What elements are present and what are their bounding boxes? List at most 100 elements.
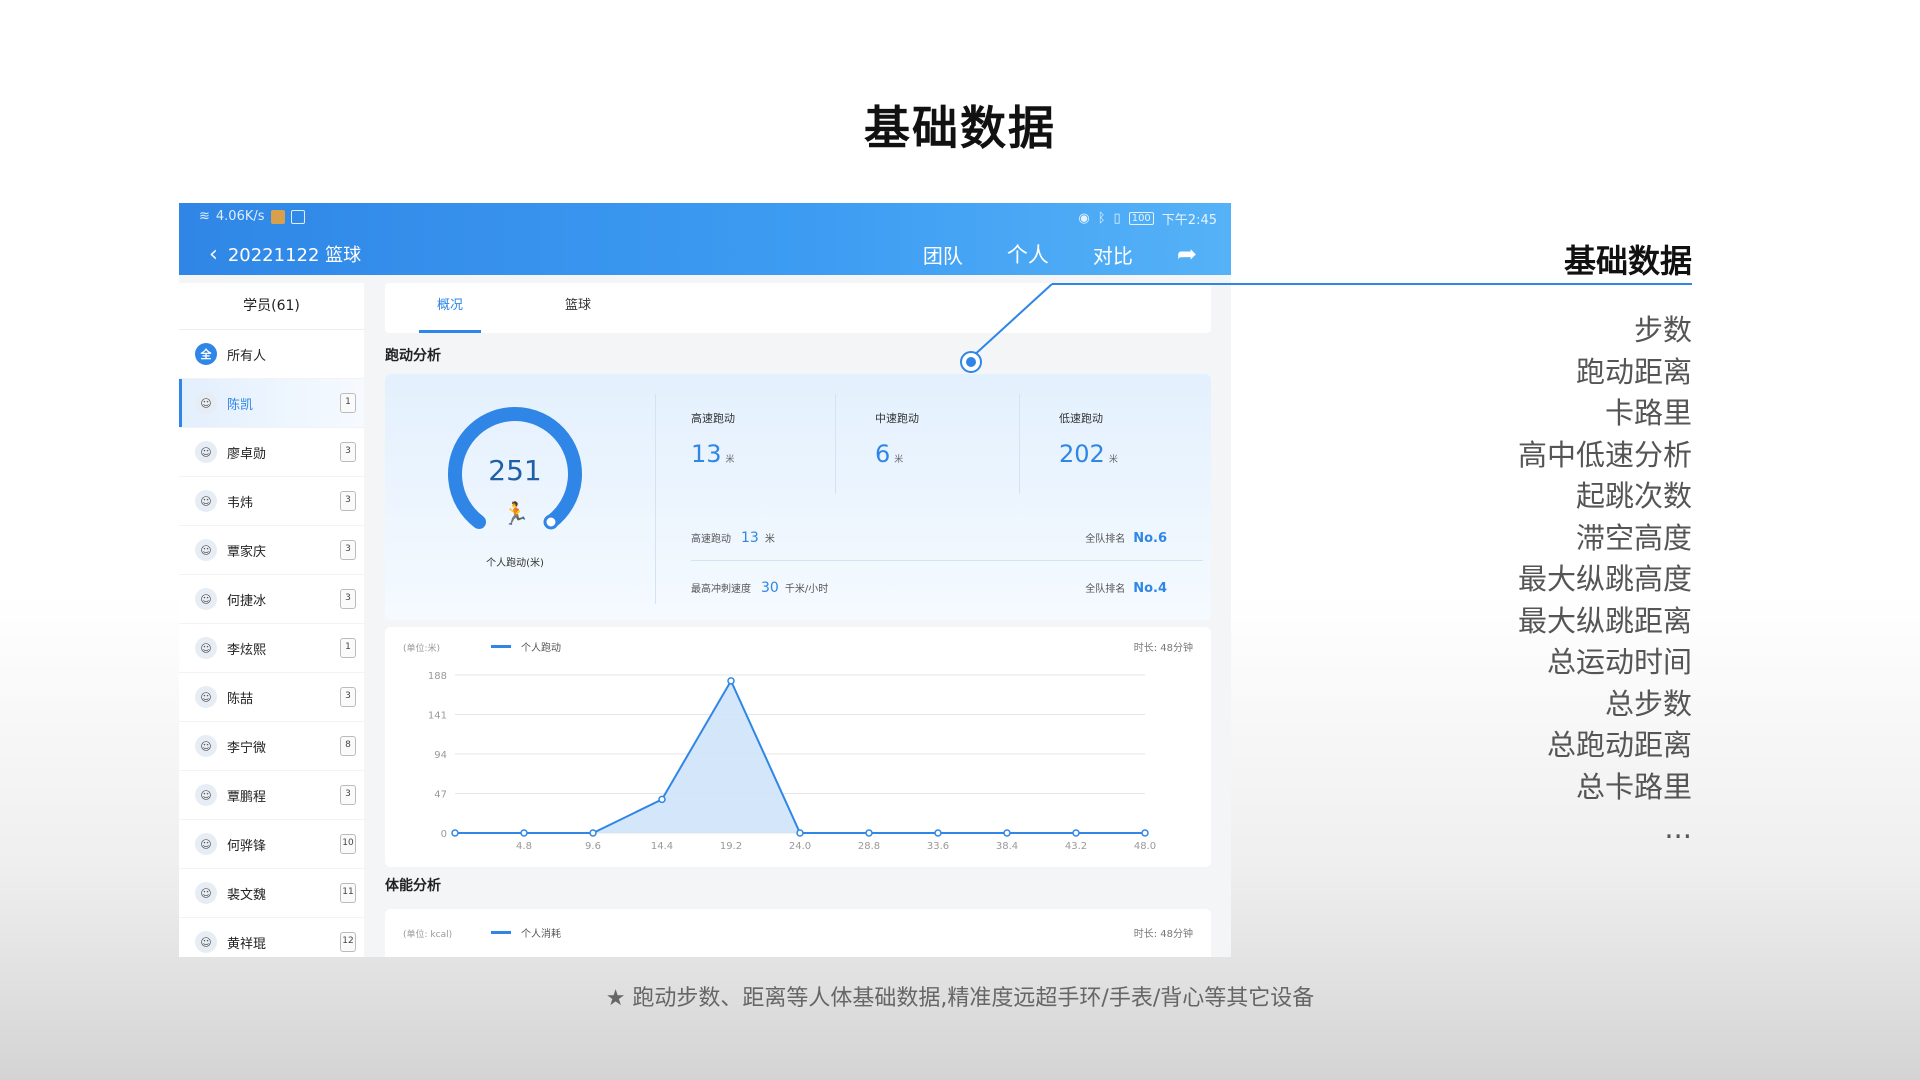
sidebar-item-player[interactable]: ☺ 何捷冰 3	[179, 575, 364, 624]
feature-list: 步数 跑动距离 卡路里 高中低速分析 起跳次数 滞空高度 最大纵跳高度 最大纵跳距离 总运动时间…	[1362, 310, 1692, 850]
feature-list-item: ...	[1664, 811, 1692, 845]
series-line	[455, 678, 1145, 834]
sidebar-item-player[interactable]: ☺ 陈喆 3	[179, 673, 364, 722]
page-title: 基础数据	[864, 101, 1056, 155]
tab-compare[interactable]: 对比	[1093, 240, 1133, 269]
share-icon[interactable]: ➦	[1177, 242, 1197, 266]
stat-value: 13	[691, 440, 722, 468]
jersey-number-badge: 3	[340, 491, 356, 511]
all-users-icon: 全	[195, 343, 217, 365]
row-label: 最高冲刺速度	[691, 584, 751, 595]
player-name: 黄祥琨	[227, 936, 267, 952]
high-speed-rank-row: 高速跑动 13 米 全队排名 No.6	[691, 530, 1203, 546]
data-point	[934, 829, 942, 837]
x-tick-label: 28.8	[858, 841, 880, 852]
stat-value: 202	[1059, 440, 1105, 468]
avatar: ☺	[195, 931, 217, 953]
sidebar-item-all[interactable]: 全 所有人	[179, 330, 364, 379]
sidebar-item-player[interactable]: ☺ 黄祥琨 12	[179, 918, 364, 957]
jersey-number-badge: 3	[340, 442, 356, 462]
stat-value: 6	[875, 440, 891, 468]
feature-list-item: 起跳次数	[1575, 479, 1692, 513]
jersey-number-badge: 3	[340, 687, 356, 707]
feature-list-item: 总跑动距离	[1546, 728, 1692, 762]
content-tabs: 概况 篮球	[385, 283, 1211, 333]
series-area	[455, 680, 1145, 833]
stat-label: 中速跑动	[875, 412, 919, 425]
stat-label: 高速跑动	[691, 412, 735, 425]
fitness-section-title: 体能分析	[385, 878, 441, 894]
wifi-icon: ≋	[199, 209, 210, 224]
player-name: 何骅锋	[227, 838, 267, 854]
sidebar-item-player[interactable]: ☺ 何骅锋 10	[179, 820, 364, 869]
status-bar-left: ≋ 4.06K/s	[199, 209, 305, 224]
player-name: 裴文魏	[227, 887, 267, 903]
legend-swatch	[491, 931, 511, 934]
feature-list-item: 高中低速分析	[1517, 437, 1692, 472]
app-header: ≋ 4.06K/s ◉ ᛒ ▯ 100 下午2:45 ‹ 20221122 篮球…	[179, 203, 1231, 275]
player-sidebar: 学员(61) 全 所有人 ☺ 陈凯 1 ☺ 廖卓勋 3 ☺ 韦炜 3 ☺ 覃家庆 3 ☺ 何捷冰 3 ☺ 李炫熙…	[179, 283, 364, 957]
x-tick-label: 33.6	[927, 841, 949, 852]
running-line-chart: 0 47 94 141 188 4.8 9.6 14.4 19.2 24.0 28.8 33.6 38.…	[428, 671, 1156, 852]
sidebar-item-player[interactable]: ☺ 李宁微 8	[179, 722, 364, 771]
sidebar-item-player[interactable]: ☺ 覃家庆 3	[179, 526, 364, 575]
tab-individual[interactable]: 个人	[1007, 239, 1049, 269]
data-point	[658, 795, 666, 804]
battery-icon: 100	[1128, 212, 1154, 225]
callout-dot	[960, 351, 982, 373]
fitness-chart-card: (单位: kcal) 个人消耗 时长: 48分钟	[385, 909, 1211, 957]
tab-team[interactable]: 团队	[923, 240, 963, 269]
row-value: 30	[761, 580, 779, 596]
data-point	[1072, 829, 1080, 837]
stat-unit: 米	[1108, 455, 1118, 465]
x-tick-label: 24.0	[789, 841, 811, 852]
total-distance-value: 251	[488, 454, 542, 487]
app-notification-icon	[270, 209, 285, 224]
avatar: ☺	[195, 392, 217, 414]
row-label: 高速跑动	[691, 534, 731, 545]
x-tick-label: 14.4	[651, 841, 673, 852]
row-value: 13	[741, 530, 759, 546]
feature-list-item: 滞空高度	[1575, 520, 1692, 555]
stat-mid-speed: 中速跑动 6米	[875, 410, 919, 468]
sidebar-item-label: 所有人	[227, 348, 267, 364]
sidebar-item-player[interactable]: ☺ 廖卓勋 3	[179, 428, 364, 477]
avatar: ☺	[195, 490, 217, 512]
player-list: ☺ 陈凯 1 ☺ 廖卓勋 3 ☺ 韦炜 3 ☺ 覃家庆 3 ☺ 何捷冰 3 ☺ 李炫熙 1 ☺ 陈喆 3 ☺ 李宁微 8 ☺ 覃鹏…	[179, 379, 364, 957]
jersey-number-badge: 3	[340, 540, 356, 560]
x-tick-label: 43.2	[1065, 841, 1087, 852]
back-button[interactable]: ‹ 20221122 篮球	[209, 241, 361, 267]
y-tick-label: 141	[428, 711, 447, 722]
player-name: 陈喆	[227, 691, 254, 707]
feature-list-item: 总运动时间	[1546, 645, 1692, 679]
tab-overview[interactable]: 概况	[419, 283, 481, 333]
row-unit: 米	[764, 534, 775, 545]
search-app-icon	[290, 209, 305, 224]
sidebar-heading: 学员(61)	[179, 283, 364, 330]
sidebar-item-player[interactable]: ☺ 李炫熙 1	[179, 624, 364, 673]
data-point	[589, 829, 597, 837]
jersey-number-badge: 1	[340, 638, 356, 658]
avatar: ☺	[195, 784, 217, 806]
feature-list-item: 总卡路里	[1575, 769, 1692, 804]
stat-unit: 米	[894, 455, 904, 465]
jersey-number-badge: 11	[340, 883, 356, 903]
x-tick-label: 9.6	[585, 841, 601, 852]
jersey-number-badge: 1	[340, 393, 356, 413]
bluetooth-icon: ᛒ	[1097, 211, 1106, 226]
sidebar-item-player[interactable]: ☺ 覃鹏程 3	[179, 771, 364, 820]
x-tick-label: 19.2	[720, 841, 742, 852]
data-point	[796, 829, 804, 837]
player-name: 陈凯	[227, 397, 254, 413]
sidebar-item-player[interactable]: ☺ 裴文魏 11	[179, 869, 364, 918]
data-point	[1003, 829, 1011, 837]
avatar: ☺	[195, 539, 217, 561]
fitness-duration: 时长: 48分钟	[1133, 929, 1193, 940]
rank-value: No.4	[1133, 581, 1167, 596]
avatar: ☺	[195, 686, 217, 708]
tab-basketball[interactable]: 篮球	[547, 283, 609, 333]
data-point	[1141, 829, 1149, 837]
sidebar-item-player[interactable]: ☺ 陈凯 1	[179, 379, 364, 428]
sidebar-item-player[interactable]: ☺ 韦炜 3	[179, 477, 364, 526]
rank-label: 全队排名	[1085, 534, 1126, 545]
